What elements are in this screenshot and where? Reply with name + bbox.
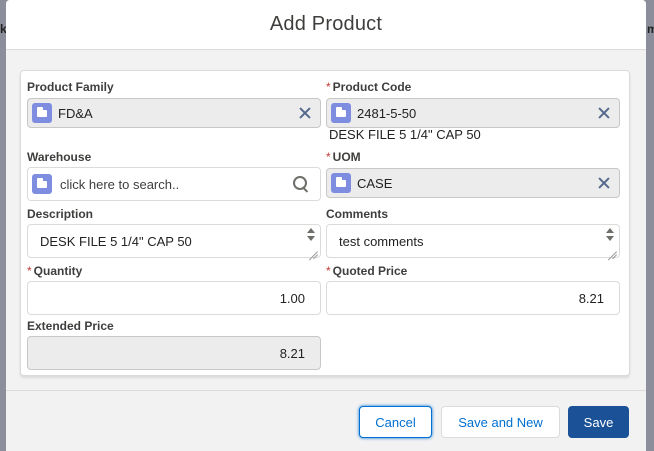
warehouse-search[interactable] bbox=[27, 167, 321, 201]
resize-handle-icon[interactable] bbox=[607, 245, 617, 255]
description-value: DESK FILE 5 1/4" CAP 50 bbox=[40, 234, 192, 249]
quoted-price-label: * Quoted Price bbox=[326, 264, 408, 278]
modal-title: Add Product bbox=[269, 13, 383, 35]
required-marker: * bbox=[27, 264, 32, 278]
extended-price-readonly: 8.21 bbox=[27, 336, 321, 370]
product-family-value: FD&A bbox=[58, 105, 93, 121]
product-family-lookup[interactable]: FD&A bbox=[27, 98, 321, 128]
background-text-fragment: m bbox=[647, 22, 654, 36]
cancel-button[interactable]: Cancel bbox=[359, 406, 432, 438]
comments-value: test comments bbox=[339, 234, 424, 249]
clear-uom-icon[interactable] bbox=[595, 174, 613, 192]
resize-handle-icon[interactable] bbox=[308, 245, 318, 255]
comments-label: Comments bbox=[326, 207, 389, 221]
uom-label: * UOM bbox=[326, 150, 361, 164]
product-object-icon bbox=[32, 103, 52, 123]
warehouse-search-input[interactable] bbox=[60, 176, 292, 192]
clear-product-code-icon[interactable] bbox=[595, 104, 613, 122]
description-field: Description bbox=[27, 206, 93, 222]
product-code-value: 2481-5-50 bbox=[357, 105, 417, 121]
required-marker: * bbox=[326, 80, 331, 94]
quantity-input[interactable]: 1.00 bbox=[27, 281, 321, 315]
warehouse-field: Warehouse bbox=[27, 149, 91, 165]
add-product-modal: Add Product Product Family FD&A * Product… bbox=[6, 0, 646, 451]
product-code-field: * Product Code bbox=[326, 79, 411, 95]
quantity-label: * Quantity bbox=[27, 264, 83, 278]
warehouse-object-icon bbox=[32, 174, 52, 194]
required-marker: * bbox=[326, 150, 331, 164]
comments-field: Comments bbox=[326, 206, 388, 222]
extended-price-label: Extended Price bbox=[27, 319, 114, 333]
save-button[interactable]: Save bbox=[568, 406, 629, 438]
save-and-new-button[interactable]: Save and New bbox=[441, 406, 560, 438]
clear-product-family-icon[interactable] bbox=[296, 104, 314, 122]
product-family-label: Product Family bbox=[27, 80, 114, 94]
product-form-card: Product Family FD&A * Product Code 2481-5… bbox=[20, 70, 630, 376]
product-code-lookup[interactable]: 2481-5-50 bbox=[326, 98, 620, 128]
warehouse-label: Warehouse bbox=[27, 150, 92, 164]
product-code-description: DESK FILE 5 1/4" CAP 50 bbox=[329, 127, 481, 142]
extended-price-field: Extended Price bbox=[27, 318, 114, 334]
quoted-price-input[interactable]: 8.21 bbox=[326, 281, 620, 315]
description-label: Description bbox=[27, 207, 94, 221]
quoted-price-field: * Quoted Price bbox=[326, 263, 407, 279]
comments-textarea[interactable]: test comments bbox=[326, 224, 620, 258]
modal-body: Product Family FD&A * Product Code 2481-5… bbox=[6, 50, 646, 390]
modal-header: Add Product bbox=[6, 0, 646, 50]
uom-object-icon bbox=[331, 173, 351, 193]
quantity-field: * Quantity bbox=[27, 263, 82, 279]
product-object-icon bbox=[331, 103, 351, 123]
uom-value: CASE bbox=[357, 175, 393, 191]
description-textarea[interactable]: DESK FILE 5 1/4" CAP 50 bbox=[27, 224, 321, 258]
product-code-label: * Product Code bbox=[326, 80, 412, 94]
required-marker: * bbox=[326, 264, 331, 278]
uom-field: * UOM bbox=[326, 149, 361, 165]
search-icon[interactable] bbox=[292, 175, 310, 193]
modal-footer: Cancel Save and New Save bbox=[6, 390, 646, 451]
product-family-field: Product Family bbox=[27, 79, 114, 95]
uom-lookup[interactable]: CASE bbox=[326, 168, 620, 198]
